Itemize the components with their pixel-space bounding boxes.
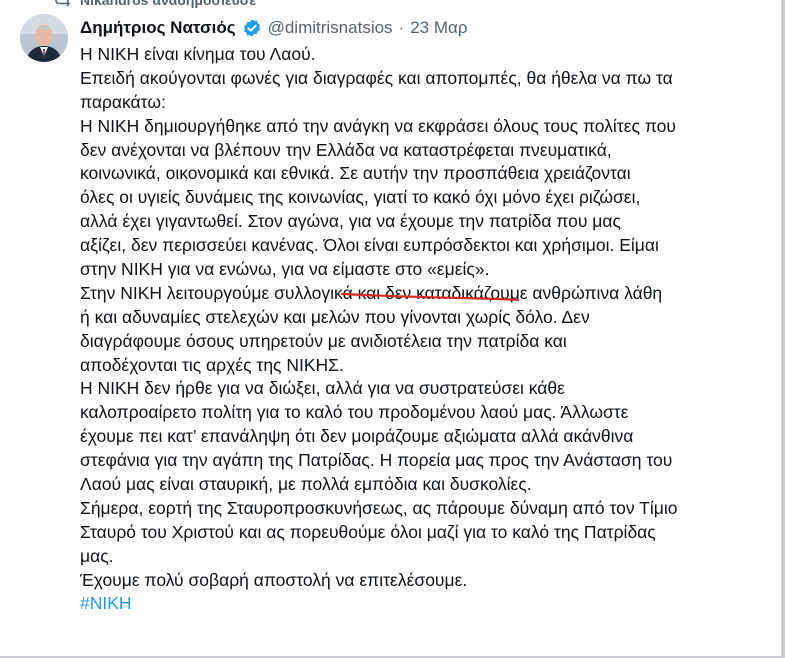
tweet-line: διαγράφουμε όσους υπηρετούν με ανιδιοτέλ… bbox=[80, 330, 567, 351]
tweet-line: αξίζει, δεν περισσεύει κανένας. Όλοι είν… bbox=[80, 235, 659, 256]
tweet-line: όλες οι υγιείς δυνάμεις της κοινωνίας, γ… bbox=[80, 187, 641, 208]
tweet-line: στεφάνια για την αγάπη της Πατρίδας. Η π… bbox=[80, 450, 673, 471]
tweet-line: παρακάτω: bbox=[80, 91, 166, 112]
header-separator: · bbox=[398, 18, 405, 37]
tweet-line: Έχουμε πολύ σοβαρή αποστολή να επιτελέσο… bbox=[80, 569, 468, 590]
tweet-line: στην ΝΙΚΗ για να ενώνω, για να είμαστε σ… bbox=[80, 259, 490, 280]
repost-label: Nikandros αναδημοσίευσε bbox=[80, 0, 256, 8]
repost-icon bbox=[54, 0, 70, 7]
tweet-line: αποδέχονται τις αρχές της ΝΙΚΗΣ. bbox=[80, 354, 344, 375]
tweet-header: Δημήτριος Νατσιός @dimitrisnatsios · 23 … bbox=[80, 16, 468, 40]
tweet-line: Σήμερα, εορτή της Σταυροπροσκυνήσεως, ας… bbox=[80, 497, 678, 518]
tweet-line: έχουμε πει κατ’ επανάληψη ότι δεν μοιράζ… bbox=[80, 426, 634, 447]
author-handle[interactable]: @dimitrisnatsios bbox=[268, 18, 393, 38]
tweet-line: Επειδή ακούγονται φωνές για διαγραφές κα… bbox=[80, 67, 673, 88]
tweet-line: Η ΝΙΚΗ είναι κίνημα του Λαού. bbox=[80, 44, 316, 64]
tweet-line: Σταυρό του Χριστού και ας πορευθούμε όλο… bbox=[80, 521, 656, 542]
tweet-line: Η ΝΙΚΗ δημιουργήθηκε από την ανάγκη να ε… bbox=[80, 115, 676, 136]
tweet-line: μας. bbox=[80, 545, 114, 566]
verified-badge-icon bbox=[242, 18, 262, 38]
tweet-line: κοινωνικά, οικονομικά και εθνικά. Σε αυτ… bbox=[80, 163, 631, 184]
window-frame-right bbox=[781, 0, 785, 658]
tweet-text: Η ΝΙΚΗ είναι κίνημα του Λαού. Επειδή ακο… bbox=[80, 43, 740, 616]
repost-indicator[interactable]: Nikandros αναδημοσίευσε bbox=[54, 0, 256, 9]
tweet-date[interactable]: 23 Μαρ bbox=[410, 18, 467, 38]
tweet-line: Λαού μας είναι σταυρική, με πολλά εμπόδι… bbox=[80, 474, 532, 495]
tweet-line: αλλά έχει γιγαντωθεί. Στον αγώνα, για να… bbox=[80, 211, 621, 232]
tweet-line: ή και αδυναμίες στελεχών και μελών που γ… bbox=[80, 306, 590, 327]
author-display-name[interactable]: Δημήτριος Νατσιός bbox=[80, 18, 236, 38]
hashtag-link[interactable]: #ΝΙΚΗ bbox=[80, 592, 740, 616]
tweet-line: δεν ανέχονται να βλέπουν την Ελλάδα να κ… bbox=[80, 139, 612, 160]
handdrawn-underline bbox=[340, 290, 520, 302]
tweet-line: Η ΝΙΚΗ δεν ήρθε για να διώξει, αλλά για … bbox=[80, 378, 565, 399]
tweet-line: καλοπροαίρετο πολίτη για το καλό του προ… bbox=[80, 402, 629, 423]
author-avatar[interactable] bbox=[20, 14, 68, 62]
